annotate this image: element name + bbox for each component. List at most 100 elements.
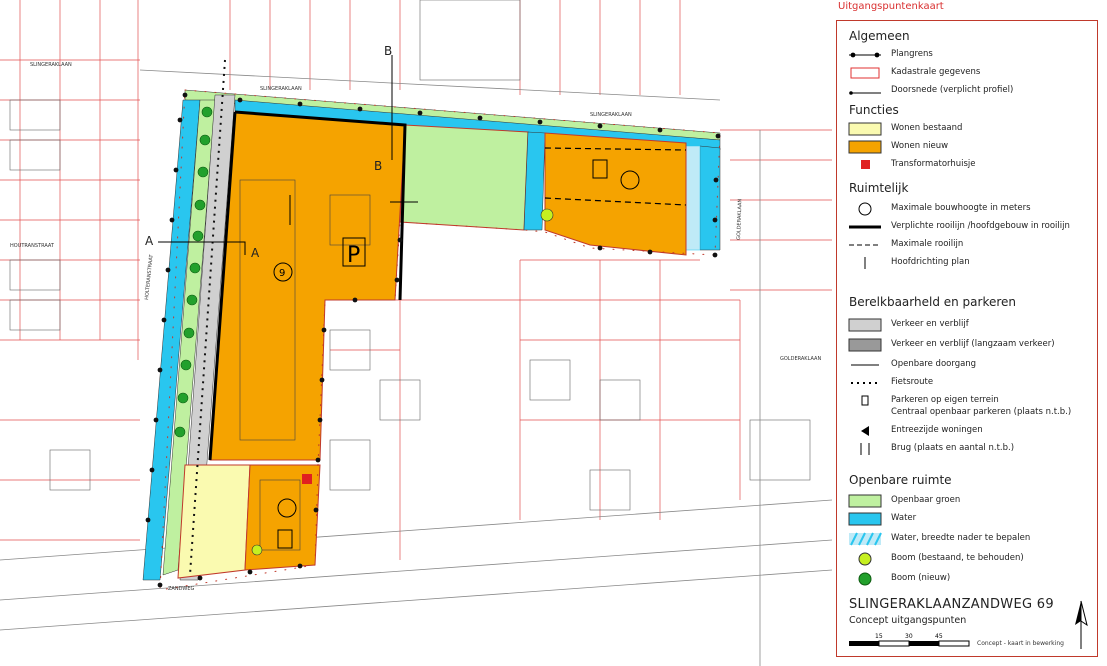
legend-section-title: Algemeen: [849, 29, 910, 43]
legend-row: Centraal openbaar parkeren (plaats n.t.b…: [847, 405, 1097, 421]
legend-label: Transformatorhuisje: [891, 159, 976, 169]
height-marker-label: 9: [279, 268, 285, 279]
legend-label: Openbare doorgang: [891, 359, 977, 369]
legend-label: Doorsnede (verplicht profiel): [891, 85, 1014, 95]
legend-row: Openbare doorgang: [847, 357, 1097, 373]
parking-marker-label: P: [347, 243, 360, 268]
kadastraal-symbol: [850, 67, 880, 79]
legend-label: Verkeer en verblijf: [891, 319, 969, 329]
plangrens-symbol: [849, 52, 881, 58]
legend-section-title: Berelkbaarheld en parkeren: [849, 295, 1017, 309]
legend-row: Plangrens: [847, 47, 1097, 63]
legend-label: Brug (plaats en aantal n.t.b.): [891, 443, 1015, 453]
scale-tick: 30: [905, 633, 913, 640]
legend-label: Hoofdrichting plan: [891, 257, 970, 267]
legend-label: Water: [891, 513, 917, 523]
site-map: SLINGERAKLAAN SLINGERAKLAAN SLINGERAKLAA…: [0, 0, 832, 666]
legend-label: Boom (bestaand, te behouden): [891, 553, 1024, 563]
wonen-bestaand-symbol: [848, 122, 882, 136]
legend-label: Maximale bouwhoogte in meters: [891, 203, 1031, 213]
verkeer-langzaam-symbol: [848, 338, 882, 352]
scale-tick: 15: [875, 633, 883, 640]
groen-symbol: [848, 494, 882, 508]
water-symbol: [848, 512, 882, 526]
transformatorhuisje: [302, 474, 312, 484]
legend-row: Boom (bestaand, te behouden): [847, 551, 1097, 567]
legend-section-title: Openbare ruimte: [849, 473, 952, 487]
north-arrow-icon: [1075, 600, 1088, 649]
water-hatched: [685, 145, 701, 251]
hoofdrichting-symbol: [864, 257, 866, 269]
legend-label: Verplichte rooilijn /hoofdgebouw in rooi…: [891, 221, 1070, 231]
wonen-bestaand: [177, 464, 251, 579]
plan-subtitle: Concept uitgangspunten: [849, 615, 967, 626]
legend-label: Fietsroute: [891, 377, 934, 387]
legend-row: Kadastrale gegevens: [847, 65, 1097, 81]
legend-row: Openbaar groen: [847, 493, 1097, 509]
verkeer-symbol: [848, 318, 882, 332]
fietsroute-symbol: [851, 382, 879, 384]
legend-label: Wonen nieuw: [891, 141, 949, 151]
map-title: Uitgangspuntenkaart: [838, 1, 944, 12]
legend-row: Boom (nieuw): [847, 571, 1097, 587]
legend-row: Fietsroute: [847, 375, 1097, 391]
legend-label: Verkeer en verblijf (langzaam verkeer): [891, 339, 1055, 349]
scale-note: Concept - kaart in bewerking: [977, 640, 1064, 647]
legend-row: Verkeer en verblijf (langzaam verkeer): [847, 337, 1097, 353]
brug-symbol: [860, 443, 870, 455]
map-street-label: SLINGERAKLAAN: [590, 112, 632, 118]
legend-row: Wonen nieuw: [847, 139, 1097, 155]
doorsnede-symbol: [849, 91, 881, 95]
bouwhoogte-symbol: [858, 202, 872, 216]
legend-label: Maximale rooilijn: [891, 239, 964, 249]
tree-existing-icon: [858, 552, 872, 566]
legend-section-title: Ruimtelijk: [849, 181, 909, 195]
legend-section-title: Functies: [849, 103, 899, 117]
legend-row: Brug (plaats en aantal n.t.b.): [847, 441, 1097, 457]
legend-panel: Algemeen Plangrens Kadastrale gegevens D…: [836, 20, 1098, 657]
legend-row: Maximale rooilijn: [847, 237, 1097, 253]
transformator-symbol: [861, 160, 870, 169]
wonen-nieuw-right: [544, 132, 687, 256]
legend-row: Verplichte rooilijn /hoofdgebouw in rooi…: [847, 219, 1097, 235]
section-label: B: [384, 44, 392, 58]
legend-row: Doorsnede (verplicht profiel): [847, 83, 1097, 99]
section-label: A: [251, 246, 260, 260]
legend-row: Water: [847, 511, 1097, 527]
map-street-label: SLINGERAKLAAN: [260, 86, 302, 92]
wonen-nieuw-symbol: [848, 140, 882, 154]
maximale-rooilijn-symbol: [849, 244, 881, 246]
legend-label: Centraal openbaar parkeren (plaats n.t.b…: [891, 407, 1072, 417]
legend-row: Water, breedte nader te bepalen: [847, 531, 1097, 547]
legend-label: Kadastrale gegevens: [891, 67, 981, 77]
legend-row: Wonen bestaand: [847, 121, 1097, 137]
legend-label: Parkeren op eigen terrein: [891, 395, 999, 405]
map-street-label: SLINGERAKLAAN: [30, 62, 72, 68]
legend-label: Boom (nieuw): [891, 573, 951, 583]
map-street-label: HOUTRANSTRAAT: [10, 243, 55, 249]
plan-title: SLINGERAKLAANZANDWEG 69: [849, 597, 1054, 612]
entree-symbol: [861, 426, 869, 436]
legend-label: Water, breedte nader te bepalen: [891, 533, 1031, 543]
legend-row: Transformatorhuisje: [847, 157, 1097, 173]
legend-row: Maximale bouwhoogte in meters: [847, 201, 1097, 217]
openbaar-groen-square: [399, 124, 529, 231]
water-right: [699, 145, 721, 251]
section-label: A: [145, 234, 154, 248]
water-hatched-symbol: [849, 532, 882, 546]
legend-label: Entreezijde woningen: [891, 425, 983, 435]
parkeren-centraal-symbol: [847, 405, 883, 421]
legend-label: Openbaar groen: [891, 495, 961, 505]
doorgang-symbol: [851, 364, 879, 366]
legend-label: Plangrens: [891, 49, 933, 59]
map-street-label: ZANDWEG: [168, 586, 195, 592]
legend-label: Wonen bestaand: [891, 123, 963, 133]
scale-tick: 45: [935, 633, 943, 640]
legend-row: Entreezijde woningen: [847, 423, 1097, 439]
map-street-label: GOLDERAKLAAN: [780, 356, 821, 362]
section-label: B: [374, 159, 382, 173]
verplichte-rooilijn-symbol: [849, 225, 881, 229]
tree-new-icon: [858, 572, 872, 586]
legend-row: Hoofdrichting plan: [847, 255, 1097, 271]
legend-row: Verkeer en verblijf: [847, 317, 1097, 333]
